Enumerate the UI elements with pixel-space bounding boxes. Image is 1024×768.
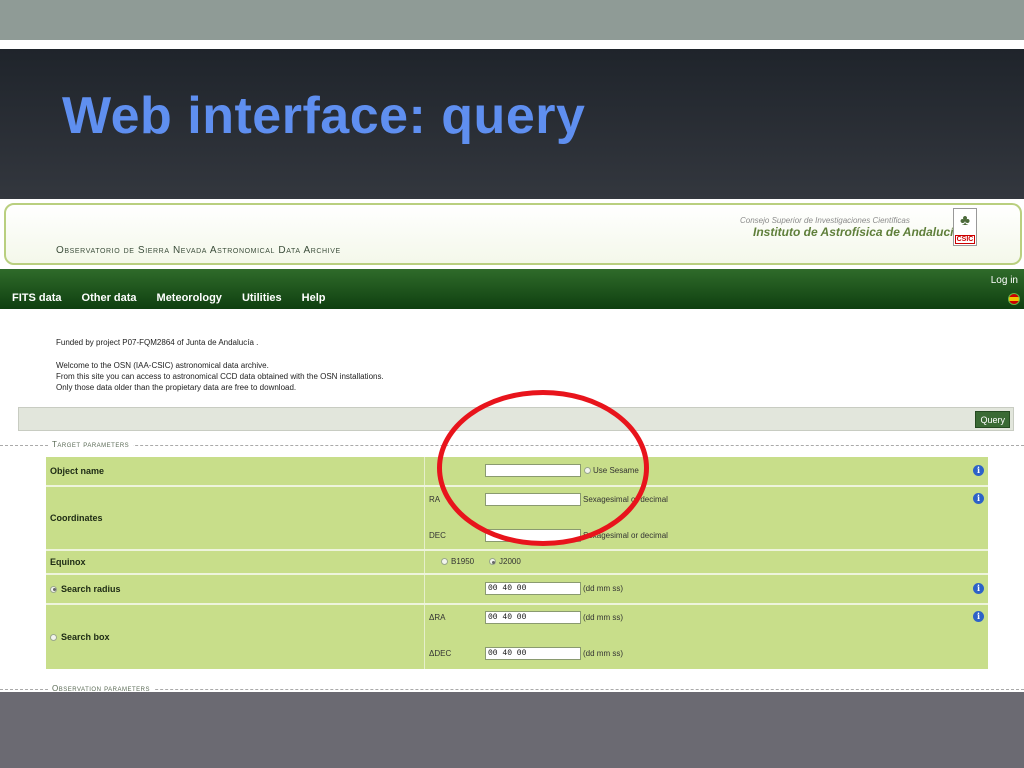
info-icon[interactable]: i [973,611,984,622]
archive-title: Observatorio de Sierra Nevada Astronomic… [56,245,341,256]
free-data-text: Only those data older than the propietar… [56,383,297,392]
language-flag-icon[interactable] [1008,293,1020,305]
search-radius-input[interactable]: 00 40 00 [485,582,581,595]
delta-ra-input[interactable]: 00 40 00 [485,611,581,624]
coordinates-label: Coordinates [50,513,103,523]
equinox-row: Equinox B1950 J2000 [46,551,988,573]
highlight-annotation-circle [437,390,649,546]
funding-note: Funded by project P07-FQM2864 of Junta d… [56,338,259,347]
slide-title: Web interface: query [62,87,586,145]
dec-label: DEC [429,531,446,540]
intro-text: Funded by project P07-FQM2864 of Junta d… [56,337,384,393]
nav-help[interactable]: Help [302,292,326,304]
slide-bottom-band [0,692,1024,768]
site-banner: Observatorio de Sierra Nevada Astronomic… [0,199,1024,269]
login-link[interactable]: Log in [991,275,1018,286]
j2000-radio[interactable] [489,558,496,565]
search-radius-unit: (dd mm ss) [583,584,623,593]
info-icon[interactable]: i [973,583,984,594]
delta-ra-label: ΔRA [429,613,446,622]
ra-label: RA [429,495,441,504]
delta-dec-unit: (dd mm ss) [583,649,623,658]
info-icon[interactable]: i [973,465,984,476]
search-box-row: Search box ΔRA 00 40 00 (dd mm ss) i ΔDE… [46,605,988,669]
main-navbar: FITS data Other data Meteorology Utiliti… [0,269,1024,309]
delta-dec-input[interactable]: 00 40 00 [485,647,581,660]
institute-name: Instituto de Astrofísica de Andalucía [753,225,961,239]
equinox-label: Equinox [50,557,86,567]
target-parameters-legend: Target parameters [48,440,134,449]
csic-logo-text: CSIC [955,235,975,244]
nav-menu: FITS data Other data Meteorology Utiliti… [0,292,326,304]
query-button[interactable]: Query [975,411,1010,428]
j2000-label: J2000 [499,557,521,566]
search-radius-row: Search radius 00 40 00 (dd mm ss) i [46,575,988,603]
slide-divider [0,40,1024,49]
delta-ra-unit: (dd mm ss) [583,613,623,622]
nav-other-data[interactable]: Other data [82,292,137,304]
csic-logo: ♣ CSIC [953,208,977,246]
delta-dec-label: ΔDEC [429,649,452,658]
search-radius-radio[interactable] [50,585,57,593]
nav-meteorology[interactable]: Meteorology [157,292,222,304]
welcome-text: Welcome to the OSN (IAA-CSIC) astronomic… [56,361,269,370]
observation-parameters-legend: Observation parameters [48,684,155,692]
search-radius-label: Search radius [61,584,121,594]
csic-name: Consejo Superior de Investigaciones Cien… [740,216,910,225]
tree-icon: ♣ [960,212,970,229]
object-name-label: Object name [50,466,105,476]
b1950-label: B1950 [451,557,475,566]
search-box-label: Search box [61,632,110,642]
nav-fits-data[interactable]: FITS data [12,292,62,304]
info-icon[interactable]: i [973,493,984,504]
slide-top-band [0,0,1024,40]
b1950-radio[interactable] [441,558,448,565]
access-text: From this site you can access to astrono… [56,372,384,381]
nav-utilities[interactable]: Utilities [242,292,282,304]
search-box-radio[interactable] [50,633,57,641]
